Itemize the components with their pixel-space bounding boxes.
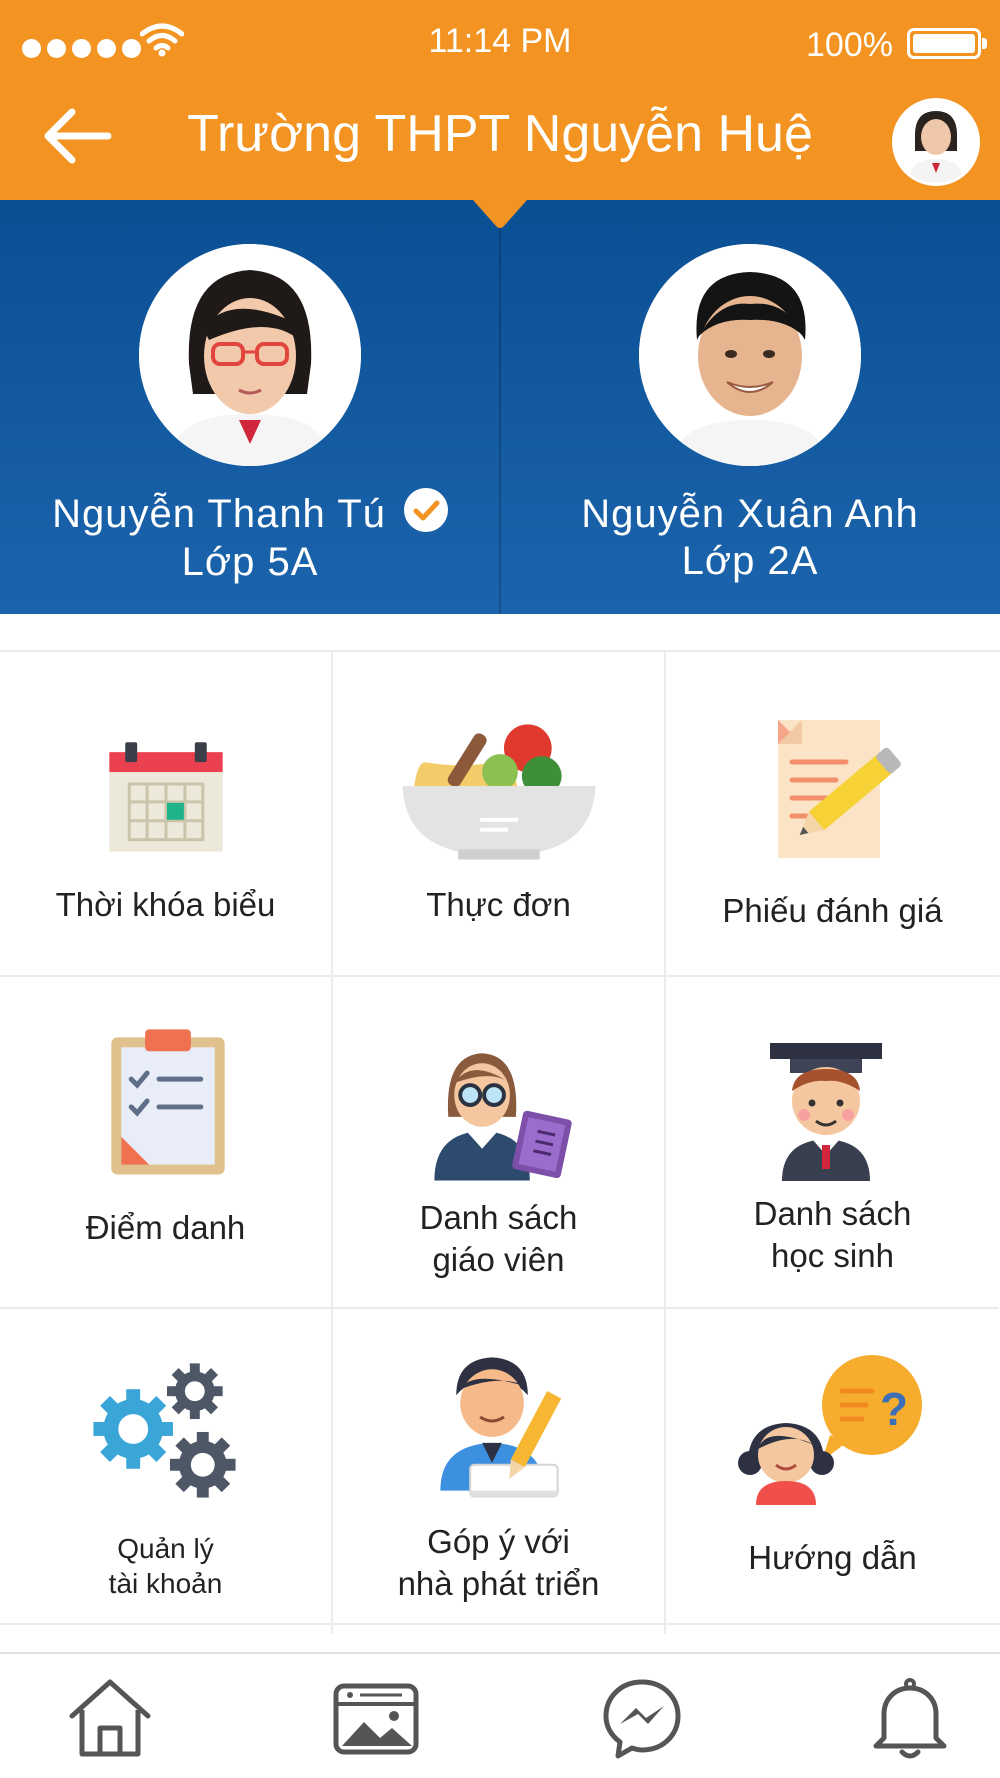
selection-notch [473,200,527,228]
messenger-icon[interactable] [598,1674,686,1762]
student-card-2[interactable]: Nguyễn Xuân Anh Lớp 2A [500,244,1000,584]
home-icon[interactable] [66,1674,154,1762]
teacher-icon [434,1053,572,1181]
menu-label: Góp ý với [427,1523,570,1560]
bottom-navigation [0,1652,1000,1778]
menu-label: Danh sách [419,1199,578,1236]
help-girl-icon: ? [738,1355,922,1505]
student-card-1[interactable]: Nguyễn Thanh Tú Lớp 5A [0,244,500,585]
student-switcher: Nguyễn Thanh Tú Lớp 5A Nguyễn Xuân Anh L… [0,200,1000,614]
page-title: Trường THPT Nguyễn Huệ [187,105,813,163]
battery-percent: 100% [806,26,893,64]
student-photo [639,244,861,466]
menu-label: nhà phát triển [397,1565,600,1602]
menu-label: tài khoản [108,1568,223,1599]
menu-label: Thời khóa biểu [55,886,276,923]
student-class: Lớp 2A [681,539,819,583]
svg-text:?: ? [880,1383,908,1435]
menu-item-feedback[interactable]: Góp ý với nhà phát triển [333,1309,666,1634]
gears-icon [93,1363,236,1498]
menu-label: giáo viên [432,1241,565,1278]
selected-check-icon [403,488,448,533]
student-name: Nguyễn Thanh Tú [52,492,386,536]
menu-item-teacher-list[interactable]: Danh sách giáo viên [333,977,666,1309]
student-name: Nguyễn Xuân Anh [581,492,919,536]
menu-item-food-menu[interactable]: Thực đơn [333,652,666,977]
gallery-icon[interactable] [332,1674,420,1762]
menu-item-evaluation[interactable]: Phiếu đánh giá [666,652,999,977]
menu-item-guide[interactable]: ? Hướng dẫn [666,1309,999,1634]
menu-item-account[interactable]: Quản lý tài khoản [0,1309,333,1634]
graduate-student-icon [770,1043,882,1181]
clipboard-checklist-icon [111,1029,225,1175]
document-pencil-icon [778,720,901,858]
app-header: 11:14 PM 100% Trường THPT Nguyễn Huệ [0,0,1000,200]
menu-item-timetable[interactable]: Thời khóa biểu [0,652,333,977]
bell-icon[interactable] [866,1674,954,1762]
status-bar: 11:14 PM 100% [0,22,1000,66]
food-bowl-icon [402,724,596,860]
student-photo [139,244,361,466]
user-avatar[interactable] [892,98,980,186]
feature-grid: Thời khóa biểu Thực đơn Phiếu đánh giá Đ… [0,650,1000,1634]
menu-label: Quản lý [117,1533,214,1564]
student-class: Lớp 5A [181,540,319,585]
menu-item-attendance[interactable]: Điểm danh [0,977,333,1309]
menu-label: Thực đơn [426,886,571,923]
menu-label: học sinh [771,1237,894,1274]
battery-icon [907,28,987,59]
feedback-person-icon [440,1357,562,1498]
calendar-icon [109,742,223,852]
menu-label: Hướng dẫn [748,1539,917,1576]
menu-label: Điểm danh [85,1209,246,1246]
menu-item-student-list[interactable]: Danh sách học sinh [666,977,999,1309]
menu-label: Danh sách [753,1195,912,1232]
menu-label: Phiếu đánh giá [722,892,943,929]
